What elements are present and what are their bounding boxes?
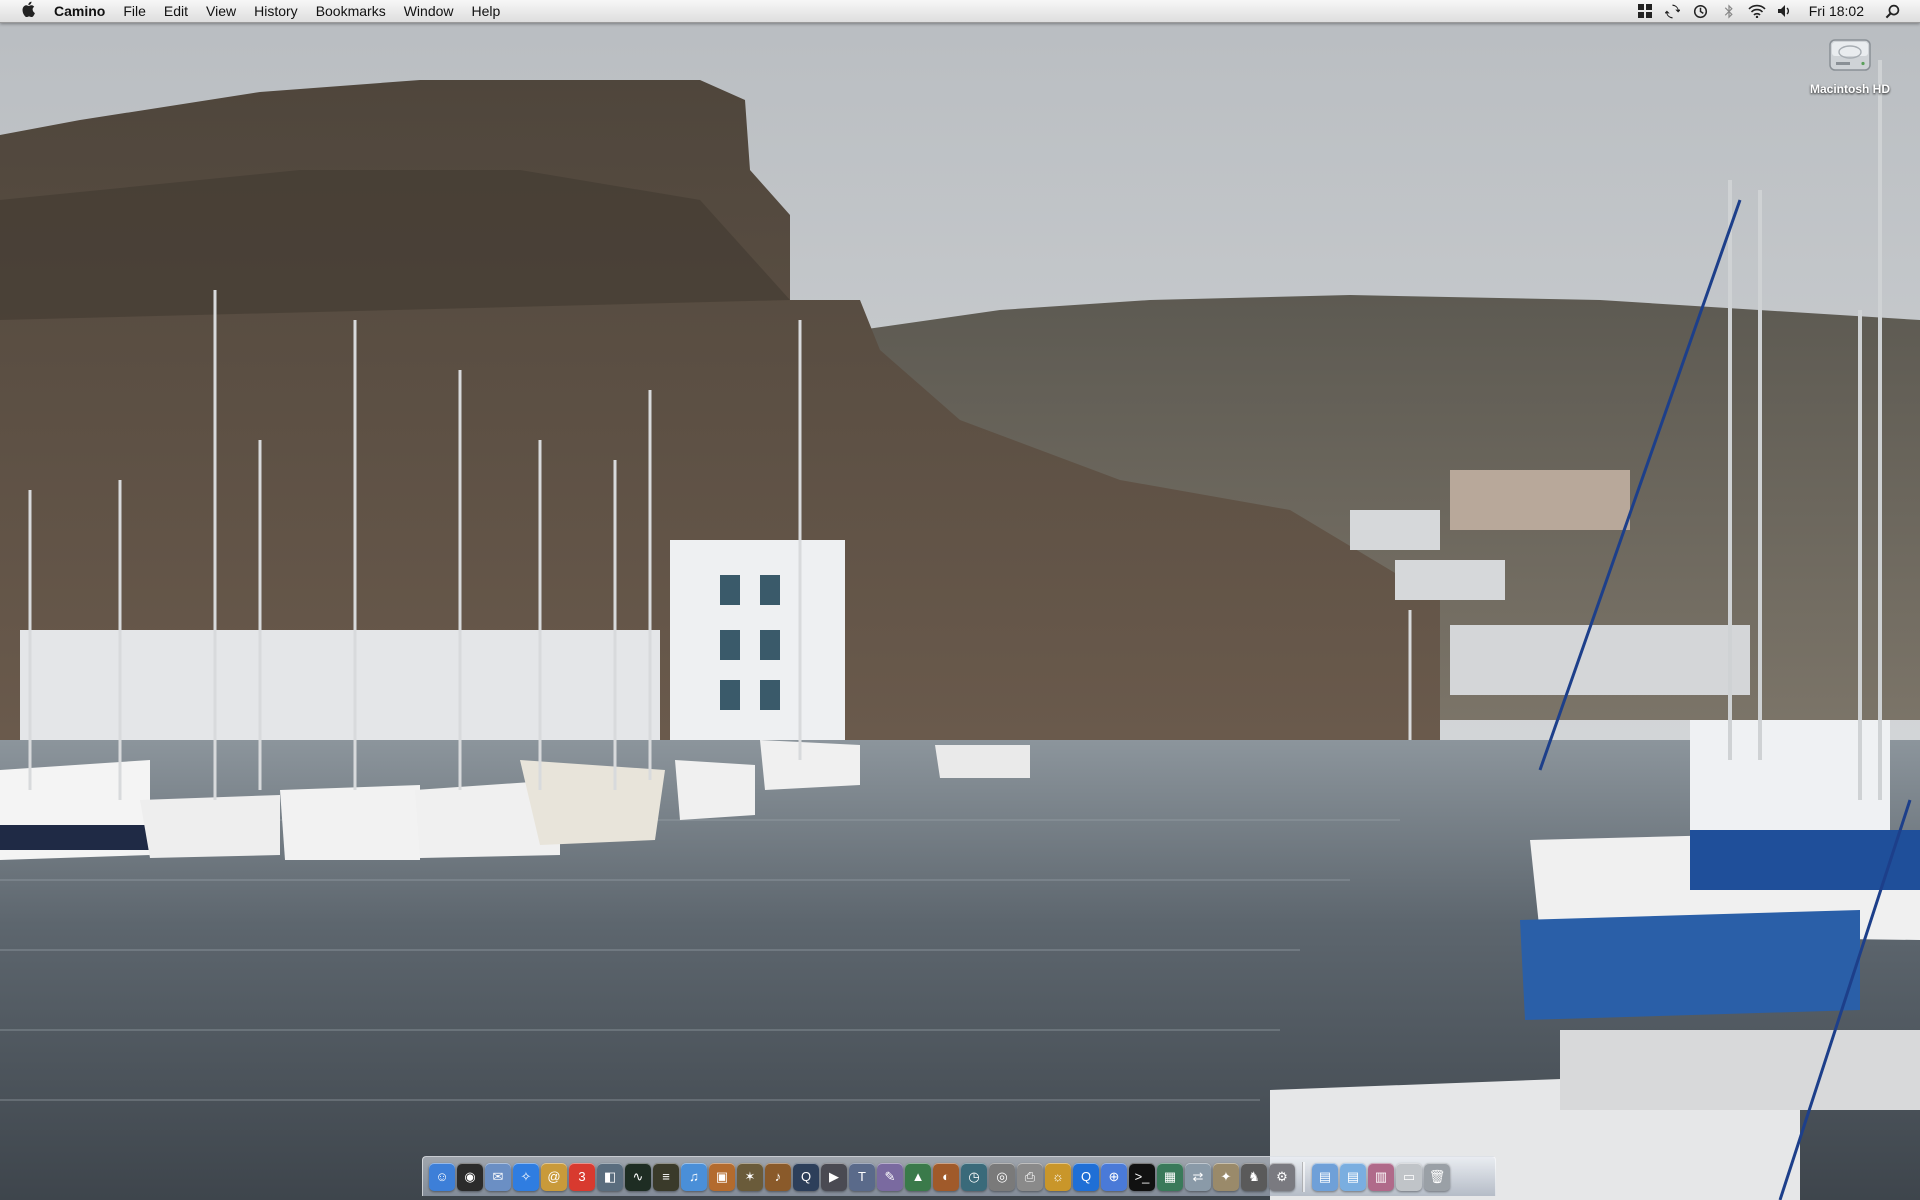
menu-bar: Camino File Edit View History Bookmarks … bbox=[0, 0, 1920, 23]
keychain-icon[interactable]: ✦ bbox=[1213, 1162, 1239, 1191]
garageband-icon[interactable]: ♪ bbox=[765, 1162, 791, 1191]
quicktime-icon[interactable]: Q bbox=[793, 1162, 819, 1191]
documents-folder-icon[interactable]: ▤ bbox=[1340, 1162, 1366, 1191]
time-machine-dock-icon[interactable]: ◷ bbox=[961, 1162, 987, 1191]
grapher-icon[interactable]: ▲ bbox=[905, 1162, 931, 1191]
search-icon[interactable] bbox=[1878, 4, 1906, 19]
textedit-icon[interactable]: T bbox=[849, 1162, 875, 1191]
menu-history[interactable]: History bbox=[245, 0, 307, 22]
console-icon[interactable]: ≡ bbox=[653, 1162, 679, 1191]
menu-edit[interactable]: Edit bbox=[155, 0, 197, 22]
network-icon[interactable]: ⊕ bbox=[1101, 1162, 1127, 1191]
trash-icon[interactable]: 🗑 bbox=[1424, 1162, 1450, 1191]
chess-icon[interactable]: ♞ bbox=[1241, 1162, 1267, 1191]
menu-help[interactable]: Help bbox=[463, 0, 510, 22]
camino-icon[interactable]: ☼ bbox=[1045, 1162, 1071, 1191]
downloads-stack-icon[interactable]: ▥ bbox=[1368, 1162, 1394, 1191]
system-preferences-icon[interactable]: ⚙ bbox=[1269, 1162, 1295, 1191]
menu-window[interactable]: Window bbox=[395, 0, 463, 22]
volume-icon[interactable] bbox=[1771, 4, 1799, 18]
imovie-icon[interactable]: ▶ bbox=[821, 1162, 847, 1191]
dock: ☺ ◉ ✉ ✧ @3 ◧ ∿ ≡ ♫ ▣ ✶ ♪ Q ▶ T ✎ ▲ ◐ ◷ ◎ ⎙ ☼ Q ⊕ >_ ▦ ⇄ ✦ ♞ ⚙ ▤ ▤ ▥ ▭ 🗑 bbox=[422, 1156, 1496, 1196]
desktop-wallpaper bbox=[0, 0, 1920, 1200]
quicksilver-icon[interactable]: Q bbox=[1073, 1162, 1099, 1191]
status-area: Fri 18:02 bbox=[1631, 0, 1920, 22]
finder-icon[interactable]: ☺ bbox=[429, 1162, 455, 1191]
ichat-icon[interactable]: ◐ bbox=[933, 1162, 959, 1191]
applications-folder-icon[interactable]: ▤ bbox=[1312, 1162, 1338, 1191]
iphoto-icon[interactable]: ▣ bbox=[709, 1162, 735, 1191]
app-menu-camino[interactable]: Camino bbox=[40, 0, 114, 22]
preview-icon[interactable]: ◧ bbox=[597, 1162, 623, 1191]
desktop-icon-label: Macintosh HD bbox=[1809, 82, 1890, 96]
terminal-icon[interactable]: >_ bbox=[1129, 1162, 1155, 1191]
ical-icon[interactable]: 3 bbox=[569, 1162, 595, 1191]
desktop-icon-macintosh-hd[interactable]: Macintosh HD bbox=[1800, 30, 1900, 96]
drive-stack-icon[interactable]: ▭ bbox=[1396, 1162, 1422, 1191]
mail-icon[interactable]: ✉ bbox=[485, 1162, 511, 1191]
menu-clock[interactable]: Fri 18:02 bbox=[1799, 3, 1878, 19]
spaces-icon[interactable] bbox=[1631, 4, 1659, 18]
activity-monitor-icon[interactable]: ∿ bbox=[625, 1162, 651, 1191]
menu-file[interactable]: File bbox=[114, 0, 155, 22]
bluetooth-icon[interactable] bbox=[1715, 3, 1743, 19]
menu-bookmarks[interactable]: Bookmarks bbox=[307, 0, 395, 22]
dashboard-icon[interactable]: ◉ bbox=[457, 1162, 483, 1191]
time-machine-icon[interactable] bbox=[1687, 4, 1715, 19]
itunes-icon[interactable]: ♫ bbox=[681, 1162, 707, 1191]
address-book-icon[interactable]: @ bbox=[541, 1162, 567, 1191]
migration-icon[interactable]: ⇄ bbox=[1185, 1162, 1211, 1191]
system-utility-icon[interactable]: ✶ bbox=[737, 1162, 763, 1191]
disk-utility-icon[interactable]: ◎ bbox=[989, 1162, 1015, 1191]
dock-separator bbox=[1302, 1161, 1305, 1192]
wifi-icon[interactable] bbox=[1743, 4, 1771, 18]
printer-icon[interactable]: ⎙ bbox=[1017, 1162, 1043, 1191]
script-editor-icon[interactable]: ✎ bbox=[877, 1162, 903, 1191]
photo-booth-icon[interactable]: ▦ bbox=[1157, 1162, 1183, 1191]
hard-drive-icon bbox=[1829, 39, 1871, 71]
sync-icon[interactable] bbox=[1659, 3, 1687, 19]
apple-icon[interactable] bbox=[16, 1, 40, 21]
menu-view[interactable]: View bbox=[197, 0, 245, 22]
safari-icon[interactable]: ✧ bbox=[513, 1162, 539, 1191]
